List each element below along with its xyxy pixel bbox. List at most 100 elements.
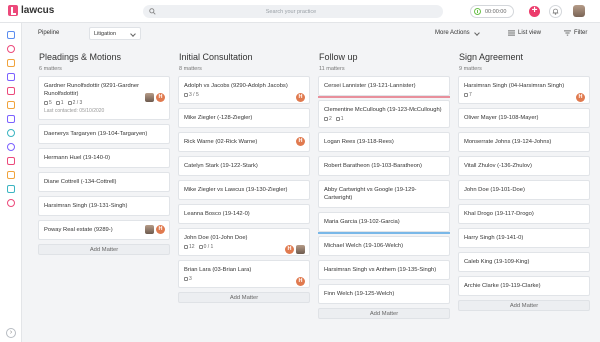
list-view-button[interactable]: List view bbox=[508, 30, 541, 36]
matter-card[interactable]: Caleb King (19-109-King) bbox=[458, 252, 590, 272]
matter-card[interactable]: Archie Clarke (19-119-Clarke) bbox=[458, 276, 590, 296]
assignee-initial-avatar[interactable]: H bbox=[576, 93, 585, 102]
matter-title[interactable]: Harsimran Singh vs Anthem (19-135-Singh) bbox=[324, 266, 444, 274]
calendar-icon[interactable] bbox=[7, 59, 15, 67]
app-logo[interactable]: lawcus bbox=[8, 5, 54, 16]
matter-card[interactable]: Rick Warne (02-Rick Warne) H bbox=[178, 132, 310, 152]
phone-icon[interactable] bbox=[7, 199, 15, 207]
matter-card[interactable]: Harry Singh (19-141-0) bbox=[458, 228, 590, 248]
matter-title[interactable]: Catelyn Stark (19-122-Stark) bbox=[184, 162, 304, 170]
expand-sidebar-button[interactable]: › bbox=[6, 328, 16, 338]
matter-title[interactable]: Harsimran Singh (19-131-Singh) bbox=[44, 202, 164, 210]
more-actions-button[interactable]: More Actions bbox=[435, 30, 470, 36]
matter-title[interactable]: Hermann Huel (19-140-0) bbox=[44, 154, 164, 162]
matter-card[interactable]: Abby Cartwright vs Google (19-129-Cartwr… bbox=[318, 180, 450, 208]
matter-title[interactable]: Finn Welch (19-125-Welch) bbox=[324, 290, 444, 298]
matter-card[interactable]: Mike Ziegler (-128-Ziegler) bbox=[178, 108, 310, 128]
search-bar[interactable] bbox=[143, 5, 443, 18]
matter-title[interactable]: Monserrate Johns (19-124-Johns) bbox=[464, 138, 584, 146]
matter-title[interactable]: Oliver Mayer (19-108-Mayer) bbox=[464, 114, 584, 122]
matter-title[interactable]: Caleb King (19-109-King) bbox=[464, 258, 584, 266]
matter-card[interactable]: Khal Drogo (19-117-Drogo) bbox=[458, 204, 590, 224]
matter-title[interactable]: Robert Baratheon (19-103-Baratheon) bbox=[324, 162, 444, 170]
matter-title[interactable]: Mike Ziegler vs Lawcus (19-130-Ziegler) bbox=[184, 186, 304, 194]
matter-card[interactable]: Finn Welch (19-125-Welch) bbox=[318, 284, 450, 304]
messages-icon[interactable] bbox=[7, 115, 15, 123]
matter-title[interactable]: Abby Cartwright vs Google (19-129-Cartwr… bbox=[324, 186, 444, 202]
matter-title[interactable]: Adolph vs Jacobs (9290-Adolph Jacobs) bbox=[184, 82, 304, 90]
matter-card[interactable]: Brian Lara (03-Brian Lara) 3 H bbox=[178, 260, 310, 288]
matter-card[interactable]: Adolph vs Jacobs (9290-Adolph Jacobs) 3 /… bbox=[178, 76, 310, 104]
assignee-photo-avatar[interactable] bbox=[145, 225, 154, 234]
quick-add-button[interactable]: + bbox=[529, 6, 540, 17]
notifications-button[interactable] bbox=[549, 5, 562, 18]
assignee-initial-avatar[interactable]: H bbox=[156, 225, 165, 234]
matter-title[interactable]: Leanna Bosco (19-142-0) bbox=[184, 210, 304, 218]
matter-title[interactable]: Rick Warne (02-Rick Warne) bbox=[184, 138, 304, 146]
matter-card[interactable]: Oliver Mayer (19-108-Mayer) bbox=[458, 108, 590, 128]
matter-card[interactable]: Harsimran Singh (04-Harsimran Singh) 7 H bbox=[458, 76, 590, 104]
matter-card[interactable]: Mike Ziegler vs Lawcus (19-130-Ziegler) bbox=[178, 180, 310, 200]
pipeline-icon[interactable] bbox=[7, 171, 15, 179]
matter-card[interactable]: Harsimran Singh (19-131-Singh) bbox=[38, 196, 170, 216]
search-input[interactable] bbox=[156, 8, 426, 15]
matter-card[interactable]: Robert Baratheon (19-103-Baratheon) bbox=[318, 156, 450, 176]
assignee-initial-avatar[interactable]: H bbox=[296, 93, 305, 102]
matters-icon[interactable] bbox=[7, 87, 15, 95]
add-matter-button[interactable]: Add Matter bbox=[318, 308, 450, 319]
tasks-icon[interactable] bbox=[7, 45, 15, 53]
matter-card[interactable]: John Doe (19-101-Doe) bbox=[458, 180, 590, 200]
matter-card[interactable]: Michael Welch (19-106-Welch) bbox=[318, 236, 450, 256]
billing-icon[interactable] bbox=[7, 143, 15, 151]
add-matter-button[interactable]: Add Matter bbox=[178, 292, 310, 303]
user-avatar[interactable] bbox=[573, 5, 585, 17]
matter-card[interactable]: Daenerys Targaryen (19-104-Targaryen) bbox=[38, 124, 170, 144]
matter-title[interactable]: Diane Cottrell (-134-Cottrell) bbox=[44, 178, 164, 186]
matter-title[interactable]: Archie Clarke (19-119-Clarke) bbox=[464, 282, 584, 290]
matter-card[interactable]: Catelyn Stark (19-122-Stark) bbox=[178, 156, 310, 176]
matter-title[interactable]: Maria Garcia (19-102-Garcia) bbox=[324, 218, 444, 226]
matter-card[interactable]: Hermann Huel (19-140-0) bbox=[38, 148, 170, 168]
home-icon[interactable] bbox=[7, 31, 15, 39]
filter-button[interactable]: Filter bbox=[564, 30, 587, 36]
reports-icon[interactable] bbox=[7, 157, 15, 165]
matter-title[interactable]: Brian Lara (03-Brian Lara) bbox=[184, 266, 304, 274]
matter-card[interactable]: John Doe (01-John Doe) 12 0 / 1 H bbox=[178, 228, 310, 256]
assignee-initial-avatar[interactable]: H bbox=[296, 277, 305, 286]
matter-card[interactable]: Harsimran Singh vs Anthem (19-135-Singh) bbox=[318, 260, 450, 280]
matter-card[interactable]: Leanna Bosco (19-142-0) bbox=[178, 204, 310, 224]
assignee-photo-avatar[interactable] bbox=[145, 93, 154, 102]
matter-title[interactable]: Daenerys Targaryen (19-104-Targaryen) bbox=[44, 130, 164, 138]
matter-title[interactable]: Clementine McCullough (19-123-McCullough… bbox=[324, 106, 444, 114]
matter-card[interactable]: Monserrate Johns (19-124-Johns) bbox=[458, 132, 590, 152]
matter-title[interactable]: John Doe (19-101-Doe) bbox=[464, 186, 584, 194]
matter-card[interactable]: Diane Cottrell (-134-Cottrell) bbox=[38, 172, 170, 192]
timer-widget[interactable]: 00:00:00 bbox=[470, 5, 514, 18]
matter-card[interactable]: Poway Real estate (9289-) H bbox=[38, 220, 170, 240]
matter-title[interactable]: Logan Rees (19-118-Rees) bbox=[324, 138, 444, 146]
matter-card[interactable]: Gardner Runolfsdottir (9291-Gardner Runo… bbox=[38, 76, 170, 120]
matter-card[interactable]: Cersei Lannister (19-121-Lannister) bbox=[318, 76, 450, 98]
matter-title[interactable]: Mike Ziegler (-128-Ziegler) bbox=[184, 114, 304, 122]
assignee-initial-avatar[interactable]: H bbox=[285, 245, 294, 254]
assignee-initial-avatar[interactable]: H bbox=[156, 93, 165, 102]
matter-card[interactable]: Clementine McCullough (19-123-McCullough… bbox=[318, 100, 450, 128]
time-icon[interactable] bbox=[7, 129, 15, 137]
matter-title[interactable]: Harsimran Singh (04-Harsimran Singh) bbox=[464, 82, 584, 90]
add-matter-button[interactable]: Add Matter bbox=[458, 300, 590, 311]
assignee-initial-avatar[interactable]: H bbox=[296, 137, 305, 146]
matter-title[interactable]: Khal Drogo (19-117-Drogo) bbox=[464, 210, 584, 218]
matter-card[interactable]: Vitall Zhulov (-136-Zhulov) bbox=[458, 156, 590, 176]
matter-title[interactable]: Michael Welch (19-106-Welch) bbox=[324, 242, 444, 250]
matter-title[interactable]: Harry Singh (19-141-0) bbox=[464, 234, 584, 242]
matter-card[interactable]: Logan Rees (19-118-Rees) bbox=[318, 132, 450, 152]
matter-title[interactable]: Cersei Lannister (19-121-Lannister) bbox=[324, 82, 444, 90]
matter-card[interactable]: Maria Garcia (19-102-Garcia) bbox=[318, 212, 450, 234]
contacts-icon[interactable] bbox=[7, 73, 15, 81]
integrations-icon[interactable] bbox=[7, 185, 15, 193]
add-matter-button[interactable]: Add Matter bbox=[38, 244, 170, 255]
matter-title[interactable]: Vitall Zhulov (-136-Zhulov) bbox=[464, 162, 584, 170]
documents-icon[interactable] bbox=[7, 101, 15, 109]
assignee-photo-avatar[interactable] bbox=[296, 245, 305, 254]
pipeline-select[interactable]: Litigation bbox=[89, 27, 141, 40]
